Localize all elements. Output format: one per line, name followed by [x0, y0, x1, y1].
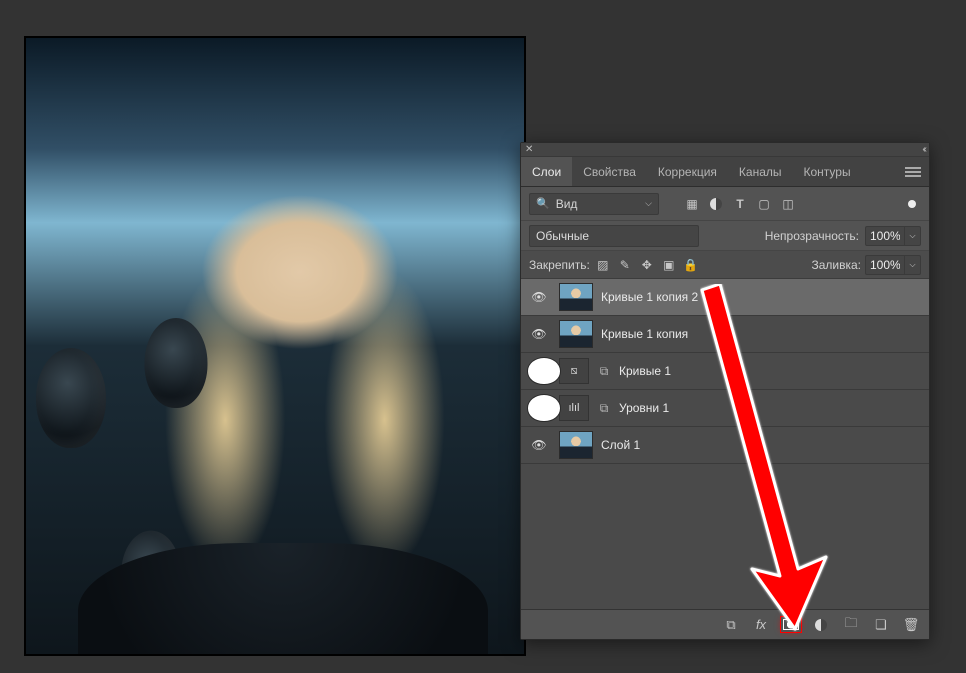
layer-row[interactable]: 👁 Кривые 1 копия 2 [521, 279, 929, 316]
lock-artboard-icon[interactable]: ▣ [660, 256, 678, 274]
layer-row[interactable]: 👁 Кривые 1 копия [521, 316, 929, 353]
mask-link-icon[interactable]: ⧉ [597, 401, 611, 416]
panel-menu-icon[interactable] [905, 167, 921, 177]
adjustment-levels-icon[interactable]: ılıl [559, 395, 589, 421]
panel-tabs: Слои Свойства Коррекция Каналы Контуры [521, 157, 929, 187]
opacity-label: Непрозрачность: [765, 229, 859, 243]
layer-thumbnail[interactable] [559, 320, 593, 348]
layer-row[interactable]: 👁 Слой 1 [521, 427, 929, 464]
mask-link-icon[interactable]: ⧉ [597, 364, 611, 379]
filter-smart-icon[interactable]: ◫ [779, 195, 797, 213]
fill-input[interactable]: ⌵ [865, 255, 921, 275]
layer-row[interactable]: 👁 ⧅ ⧉ Кривые 1 [521, 353, 929, 390]
collapse-icon[interactable]: ‹‹ [922, 144, 925, 155]
filter-type-icon[interactable]: T [731, 195, 749, 213]
visibility-icon[interactable]: 👁 [527, 438, 551, 452]
filter-row: 🔍 Вид ⌵ ▦ T ▢ ◫ [521, 187, 929, 221]
layer-name[interactable]: Кривые 1 копия [601, 327, 688, 341]
lock-row: Закрепить: ▨ ✎ ✥ ▣ 🔒 Заливка: ⌵ [521, 251, 929, 279]
lock-all-icon[interactable]: 🔒 [682, 256, 700, 274]
image-detail [145, 318, 208, 408]
visibility-icon[interactable]: 👁 [527, 327, 551, 341]
document-canvas[interactable] [24, 36, 526, 656]
tab-properties[interactable]: Свойства [572, 157, 647, 186]
layers-list: 👁 Кривые 1 копия 2 👁 Кривые 1 копия 👁 ⧅ … [521, 279, 929, 609]
search-icon: 🔍 [536, 197, 550, 210]
opacity-input[interactable]: ⌵ [865, 226, 921, 246]
layer-name[interactable]: Уровни 1 [619, 401, 669, 415]
layer-mask-thumbnail[interactable] [527, 394, 561, 422]
fill-field[interactable] [865, 255, 905, 275]
filter-pixel-icon[interactable]: ▦ [683, 195, 701, 213]
tab-channels[interactable]: Каналы [728, 157, 793, 186]
lock-position-icon[interactable]: ✥ [638, 256, 656, 274]
layer-row[interactable]: 👁 ılıl ⧉ Уровни 1 [521, 390, 929, 427]
delete-layer-icon[interactable]: 🗑 [903, 617, 919, 633]
tab-adjustments[interactable]: Коррекция [647, 157, 728, 186]
close-icon[interactable]: ✕ [525, 144, 533, 155]
layer-thumbnail[interactable] [559, 431, 593, 459]
layer-name[interactable]: Кривые 1 копия 2 [601, 290, 698, 304]
layer-thumbnail[interactable] [559, 283, 593, 311]
opacity-field[interactable] [865, 226, 905, 246]
fill-label: Заливка: [811, 258, 861, 272]
tab-layers[interactable]: Слои [521, 157, 572, 186]
blend-mode-select[interactable]: Обычные [529, 225, 699, 247]
lock-pixels-icon[interactable]: ✎ [616, 256, 634, 274]
layer-filter-select[interactable]: 🔍 Вид ⌵ [529, 193, 659, 215]
add-mask-icon[interactable] [783, 617, 799, 633]
lock-transparent-icon[interactable]: ▨ [594, 256, 612, 274]
link-layers-icon[interactable]: ⧉ [723, 617, 739, 633]
filter-adjust-icon[interactable] [707, 195, 725, 213]
filter-toggle[interactable] [903, 195, 921, 213]
new-group-icon[interactable]: 🗀 [843, 617, 859, 633]
lock-label: Закрепить: [529, 258, 590, 272]
tab-paths[interactable]: Контуры [793, 157, 862, 186]
layer-name[interactable]: Слой 1 [601, 438, 640, 452]
blend-opacity-row: Обычные Непрозрачность: ⌵ [521, 221, 929, 251]
layers-panel: ✕ ‹‹ Слои Свойства Коррекция Каналы Конт… [520, 142, 930, 640]
adjustment-curves-icon[interactable]: ⧅ [559, 358, 589, 384]
new-layer-icon[interactable]: ❏ [873, 617, 889, 633]
layers-bottom-toolbar: ⧉ fx 🗀 ❏ 🗑 [521, 609, 929, 639]
image-detail [78, 543, 488, 654]
new-adjustment-icon[interactable] [813, 617, 829, 633]
opacity-stepper[interactable]: ⌵ [905, 226, 921, 246]
visibility-icon[interactable]: 👁 [527, 290, 551, 304]
filter-label: Вид [556, 197, 578, 211]
layer-mask-thumbnail[interactable] [527, 357, 561, 385]
canvas-image [26, 38, 524, 654]
layer-name[interactable]: Кривые 1 [619, 364, 671, 378]
fx-icon[interactable]: fx [753, 617, 769, 633]
panel-titlebar[interactable]: ✕ ‹‹ [521, 143, 929, 157]
chevron-down-icon: ⌵ [645, 198, 652, 209]
fill-stepper[interactable]: ⌵ [905, 255, 921, 275]
filter-shape-icon[interactable]: ▢ [755, 195, 773, 213]
image-detail [36, 348, 106, 448]
